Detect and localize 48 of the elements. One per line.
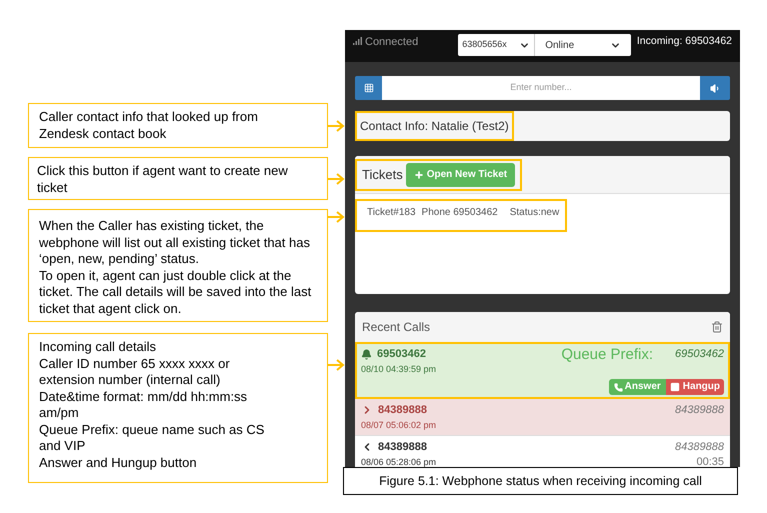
call-time: 08/07 05:06:02 pm bbox=[361, 419, 436, 432]
pointer-arrow bbox=[328, 359, 345, 371]
pointer-arrow bbox=[328, 211, 345, 223]
presence-select[interactable]: Online bbox=[534, 34, 632, 56]
annotation-note: Incoming call details Caller ID number 65 xxxx xxxx or extension number (internal call) Date&time format: mm/dd hh:mm:ss am/pm Queue Prefix: queue name such as CS and VIP Answer and Hungup button bbox=[28, 333, 328, 483]
annotation-note: Caller contact info that looked up from Zendesk contact book bbox=[28, 103, 328, 148]
contact-info: Contact Info: Natalie (Test2) bbox=[355, 111, 514, 141]
annotation-note: When the Caller has existing ticket, the webphone will list out all existing ticket that has ‘open, new, pending’ status. To open it, agent can just double click at the ticket. The call details will be saved into the last ticket that agent click on. bbox=[28, 209, 328, 322]
extension-select[interactable]: 63805656x bbox=[458, 34, 534, 56]
tickets-title: Tickets bbox=[362, 166, 403, 184]
speaker-button[interactable] bbox=[700, 76, 730, 100]
pointer-arrow bbox=[328, 120, 345, 132]
hangup-button[interactable]: Hangup bbox=[666, 379, 724, 395]
recent-calls-title: Recent Calls bbox=[362, 319, 430, 336]
bell-icon bbox=[361, 348, 372, 360]
call-duration: 00:35 bbox=[696, 455, 724, 467]
phone-icon bbox=[614, 382, 623, 392]
line-number: 84389888 bbox=[675, 403, 724, 417]
signal-icon bbox=[353, 37, 362, 45]
number-field[interactable]: Enter number... bbox=[382, 76, 700, 100]
open-new-ticket-button[interactable]: Open New Ticket bbox=[406, 162, 516, 186]
incoming-call-row[interactable]: 69503462 Queue Prefix: 69503462 08/10 04:39:59 pm Answer Hangup bbox=[355, 342, 730, 399]
speaker-icon bbox=[710, 82, 720, 94]
annotation-note: Click this button if agent want to create new ticket bbox=[28, 157, 328, 200]
trash-icon[interactable] bbox=[711, 321, 723, 333]
caller-number: 84389888 bbox=[378, 440, 427, 454]
ticket-row[interactable]: Ticket#183 Phone 69503462 Status:new bbox=[355, 199, 567, 232]
plus-icon bbox=[414, 170, 424, 180]
caller-number: 84389888 bbox=[378, 403, 427, 417]
line-number: 69503462 bbox=[675, 347, 724, 361]
ticket-phone: Phone 69503462 bbox=[422, 206, 498, 220]
pointer-arrow bbox=[328, 172, 345, 184]
stop-icon bbox=[670, 382, 680, 392]
ticket-status: Status:new bbox=[510, 206, 560, 220]
call-time: 08/06 05:28:06 pm bbox=[361, 456, 436, 467]
ticket-id: Ticket#183 bbox=[367, 206, 416, 220]
call-time: 08/10 04:39:59 pm bbox=[361, 363, 438, 376]
keypad-icon bbox=[364, 83, 374, 93]
caller-number: 69503462 bbox=[377, 347, 426, 361]
connection-status: Connected bbox=[365, 35, 418, 50]
figure-caption: Figure 5.1: Webphone status when receiving incoming call bbox=[343, 467, 738, 495]
line-number: 84389888 bbox=[675, 440, 724, 454]
keypad-button[interactable] bbox=[355, 76, 382, 100]
answer-button[interactable]: Answer bbox=[608, 379, 666, 395]
call-row[interactable]: 84389888 84389888 08/06 05:28:06 pm 00:35 bbox=[355, 435, 730, 467]
incoming-number: Incoming: 69503462 bbox=[636, 34, 732, 49]
queue-prefix-label: Queue Prefix: bbox=[561, 346, 654, 362]
call-row[interactable]: 84389888 84389888 08/07 05:06:02 pm bbox=[355, 399, 730, 435]
